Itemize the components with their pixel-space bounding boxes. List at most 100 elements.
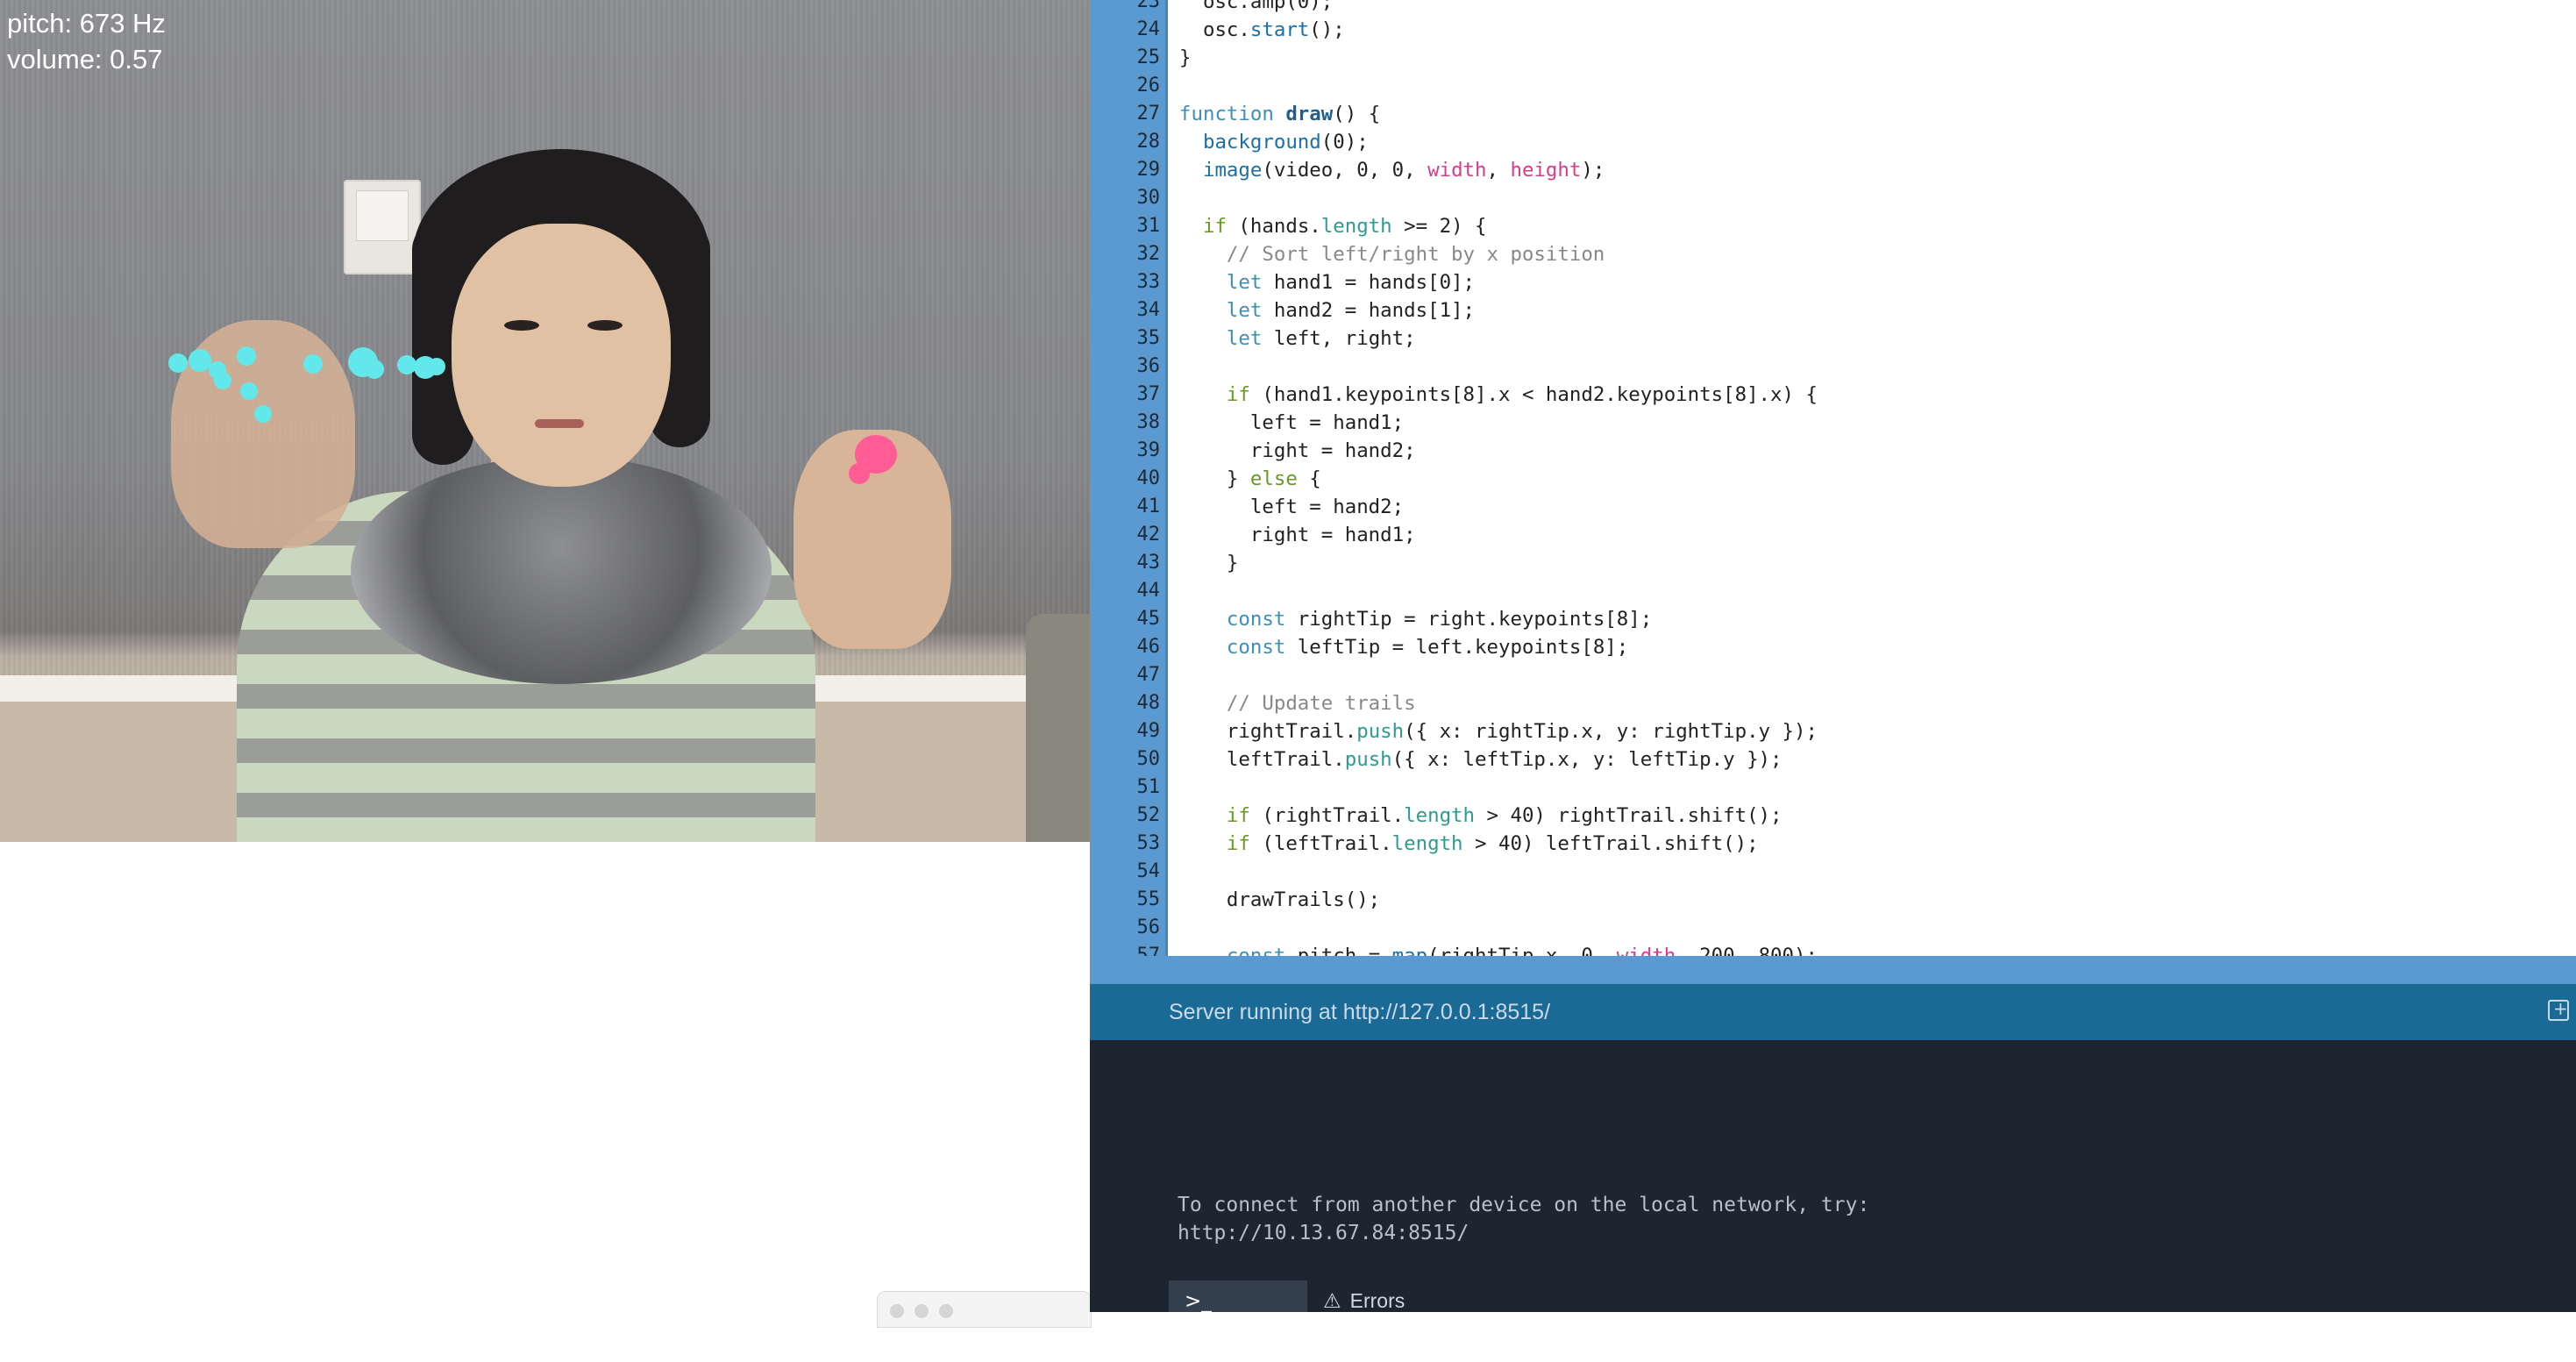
line-number: 57: [1136, 945, 1161, 956]
code-line: right = hand2;: [1179, 439, 1416, 462]
line-number: 29: [1136, 159, 1161, 181]
line-number-gutter: 23 24 25 26 27 28 29 30 31 32 33 34 35 36 37 38 39 40 41 42…: [1090, 0, 1165, 956]
line-number: 31: [1136, 215, 1161, 237]
tab-console-label: Console: [1185, 1330, 1259, 1353]
line-number: 37: [1136, 383, 1161, 405]
console-panel[interactable]: Server running at http://127.0.0.1:8515/…: [1090, 956, 2576, 1353]
code-line: left = hand1;: [1179, 411, 1405, 434]
trail-dot-left: [254, 405, 272, 423]
line-number: 46: [1136, 636, 1161, 658]
code-line: background(0);: [1202, 131, 1369, 153]
line-number: 42: [1136, 524, 1161, 546]
line-number: 54: [1136, 860, 1161, 882]
tab-console[interactable]: >_ Console: [1169, 1280, 1307, 1353]
line-number: 39: [1136, 439, 1161, 461]
line-number: 33: [1136, 271, 1161, 293]
line-number: 36: [1136, 355, 1161, 377]
line-number: 25: [1136, 46, 1161, 68]
server-status-text: Server running at http://127.0.0.1:8515/: [1169, 1000, 1551, 1024]
trail-dot-left: [303, 354, 323, 374]
line-number: 43: [1136, 552, 1161, 574]
line-number: 26: [1136, 75, 1161, 96]
code-line: if (hands.length >= 2) {: [1202, 215, 1487, 238]
line-number: 35: [1136, 327, 1161, 349]
code-line: if (leftTrail.length > 40) leftTrail.shi…: [1226, 832, 1759, 855]
line-number: 38: [1136, 411, 1161, 433]
line-number: 44: [1136, 580, 1161, 602]
line-number: 49: [1136, 720, 1161, 742]
new-window-icon[interactable]: [2548, 998, 2569, 1021]
code-line: const rightTip = right.keypoints[8];: [1226, 608, 1653, 631]
code-line: leftTrail.push({ x: leftTip.x, y: leftTi…: [1179, 748, 1783, 771]
console-divider[interactable]: [1090, 956, 2576, 984]
trail-dot-left: [365, 360, 384, 379]
tab-errors[interactable]: ⚠ Errors: [1307, 1280, 1439, 1313]
chair: [1026, 614, 1090, 842]
code-line: drawTrails();: [1179, 888, 1381, 911]
code-line: right = hand1;: [1179, 524, 1416, 546]
line-number: 23: [1136, 0, 1161, 12]
code-line: image(video, 0, 0, width, height);: [1202, 159, 1605, 182]
window-close-button[interactable]: [890, 1304, 904, 1318]
console-output-line: To connect from another device on the lo…: [1178, 1194, 1870, 1216]
code-line: const pitch = map(rightTip.x, 0, width, …: [1226, 945, 1818, 956]
trail-dot-left: [428, 358, 445, 375]
code-line: osc.amp(0);: [1179, 0, 1334, 13]
sketch-canvas: pitch: 673 Hz volume: 0.57: [0, 0, 1090, 842]
left-eye: [504, 320, 539, 331]
gutter-divider: [1165, 0, 1168, 956]
line-number: 45: [1136, 608, 1161, 630]
server-status-bar: Server running at http://127.0.0.1:8515/: [1090, 984, 2576, 1040]
line-number: 34: [1136, 299, 1161, 321]
line-number: 56: [1136, 916, 1161, 938]
line-number: 55: [1136, 888, 1161, 910]
code-line: if (hand1.keypoints[8].x < hand2.keypoin…: [1226, 383, 1818, 406]
volume-readout: volume: 0.57: [7, 44, 163, 75]
line-number: 50: [1136, 748, 1161, 770]
pitch-readout: pitch: 673 Hz: [7, 8, 166, 39]
code-line: }: [1179, 552, 1239, 574]
console-output: To connect from another device on the lo…: [1178, 1191, 1869, 1247]
line-number: 27: [1136, 103, 1161, 125]
tab-errors-label: Errors: [1349, 1289, 1405, 1312]
line-number: 52: [1136, 804, 1161, 826]
console-output-line: http://10.13.67.84:8515/: [1178, 1222, 1469, 1244]
trail-dot-left: [240, 382, 258, 400]
line-number: 32: [1136, 243, 1161, 265]
pitch-volume-readout: pitch: 673 Hz volume: 0.57: [7, 5, 166, 77]
minimized-window[interactable]: [877, 1291, 1092, 1328]
line-number: 28: [1136, 131, 1161, 153]
line-number: 40: [1136, 467, 1161, 489]
code-line: // Update trails: [1226, 692, 1416, 715]
line-number: 24: [1136, 18, 1161, 40]
code-line: left = hand2;: [1179, 496, 1405, 518]
code-line: // Sort left/right by x position: [1226, 243, 1605, 266]
line-number: 53: [1136, 832, 1161, 854]
code-line: let left, right;: [1226, 327, 1416, 350]
line-number: 41: [1136, 496, 1161, 517]
line-number: 30: [1136, 187, 1161, 209]
code-area[interactable]: osc.amp(0); osc.start(); } function draw…: [1179, 0, 2573, 956]
right-eye: [587, 320, 623, 331]
code-editor[interactable]: 23 24 25 26 27 28 29 30 31 32 33 34 35 36 37 38 39 40 41 42…: [1090, 0, 2576, 956]
code-line: if (rightTrail.length > 40) rightTrail.s…: [1226, 804, 1783, 827]
trail-dot-left: [214, 372, 231, 389]
warning-icon: ⚠: [1323, 1290, 1341, 1313]
code-line: const leftTip = left.keypoints[8];: [1226, 636, 1629, 659]
person-face: [452, 224, 671, 487]
code-line: rightTrail.push({ x: rightTip.x, y: righ…: [1179, 720, 1818, 743]
fur-collar: [351, 456, 772, 684]
code-line: osc.start();: [1179, 18, 1345, 41]
window-zoom-button[interactable]: [939, 1304, 953, 1318]
line-number: 48: [1136, 692, 1161, 714]
code-line: }: [1179, 46, 1192, 69]
code-line: } else {: [1179, 467, 1321, 490]
trail-dot-left: [237, 346, 256, 366]
window-minimize-button[interactable]: [914, 1304, 929, 1318]
code-line: function draw() {: [1179, 103, 1381, 125]
terminal-icon: >_: [1185, 1290, 1212, 1313]
line-number: 47: [1136, 664, 1161, 686]
code-line: let hand1 = hands[0];: [1226, 271, 1476, 294]
wall-switch: [344, 180, 421, 275]
trail-dot-left: [168, 353, 188, 373]
